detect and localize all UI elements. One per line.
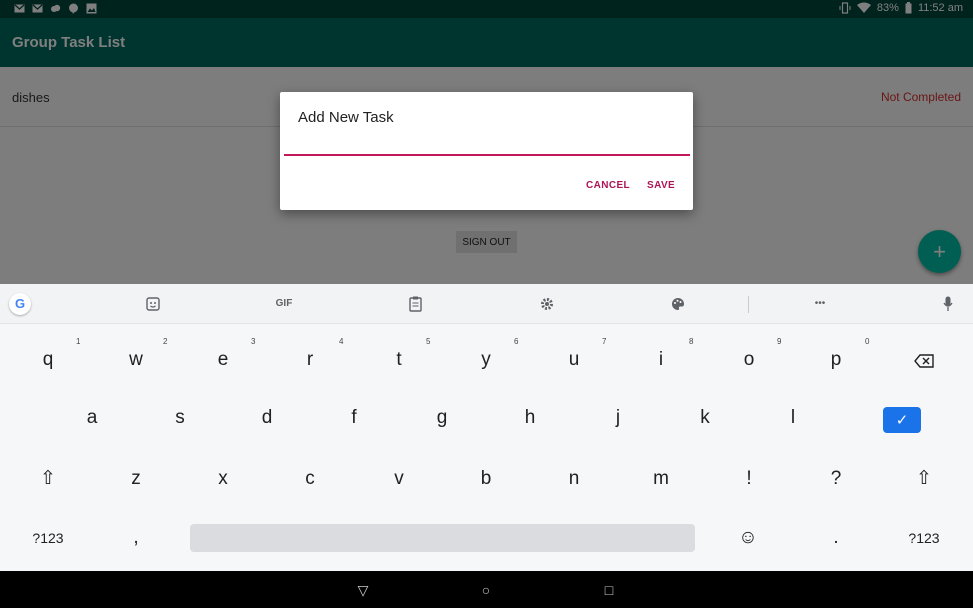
key-period[interactable]: . bbox=[816, 520, 856, 556]
key-m[interactable]: m bbox=[641, 461, 681, 497]
key-n[interactable]: n bbox=[554, 461, 594, 497]
shift-right-key[interactable]: ⇧ bbox=[904, 461, 944, 497]
key-l[interactable]: l bbox=[773, 400, 813, 436]
key-r[interactable]: r bbox=[290, 342, 330, 378]
recents-button[interactable]: □ bbox=[599, 580, 619, 600]
key-x[interactable]: x bbox=[203, 461, 243, 497]
more-options-button[interactable]: ••• bbox=[808, 294, 832, 314]
hint-6: 6 bbox=[514, 337, 519, 346]
enter-key[interactable]: ✓ bbox=[883, 407, 921, 433]
save-button[interactable]: SAVE bbox=[647, 180, 675, 191]
microphone-icon[interactable] bbox=[943, 296, 953, 312]
key-f[interactable]: f bbox=[334, 400, 374, 436]
hint-5: 5 bbox=[426, 337, 431, 346]
settings-icon[interactable] bbox=[540, 297, 554, 311]
key-t[interactable]: t bbox=[379, 342, 419, 378]
key-q[interactable]: q bbox=[28, 342, 68, 378]
key-b[interactable]: b bbox=[466, 461, 506, 497]
navigation-bar: ▽ ○ □ bbox=[0, 571, 973, 608]
key-v[interactable]: v bbox=[379, 461, 419, 497]
symbols-left-key[interactable]: ?123 bbox=[22, 520, 74, 556]
toolbar-divider bbox=[748, 296, 749, 313]
key-z[interactable]: z bbox=[116, 461, 156, 497]
symbols-right-key[interactable]: ?123 bbox=[898, 520, 950, 556]
home-button[interactable]: ○ bbox=[476, 580, 496, 600]
google-search-icon[interactable]: G bbox=[9, 293, 31, 315]
key-o[interactable]: o bbox=[729, 342, 769, 378]
clipboard-icon[interactable] bbox=[409, 296, 422, 312]
keyboard-toolbar: G GIF ••• bbox=[0, 284, 973, 324]
back-button[interactable]: ▽ bbox=[353, 580, 373, 600]
hint-3: 3 bbox=[251, 337, 256, 346]
gif-button[interactable]: GIF bbox=[270, 294, 298, 314]
hint-8: 8 bbox=[689, 337, 694, 346]
theme-palette-icon[interactable] bbox=[671, 297, 685, 311]
sticker-icon[interactable] bbox=[146, 297, 160, 311]
key-k[interactable]: k bbox=[685, 400, 725, 436]
hint-2: 2 bbox=[163, 337, 168, 346]
key-p[interactable]: p bbox=[816, 342, 856, 378]
add-task-dialog: Add New Task CANCEL SAVE bbox=[280, 92, 693, 210]
key-a[interactable]: a bbox=[72, 400, 112, 436]
key-y[interactable]: y bbox=[466, 342, 506, 378]
hint-0: 0 bbox=[865, 337, 870, 346]
hint-7: 7 bbox=[602, 337, 607, 346]
key-question[interactable]: ? bbox=[816, 461, 856, 497]
hint-9: 9 bbox=[777, 337, 782, 346]
task-name-input[interactable] bbox=[284, 134, 690, 156]
cancel-button[interactable]: CANCEL bbox=[586, 180, 630, 191]
key-j[interactable]: j bbox=[598, 400, 638, 436]
key-g[interactable]: g bbox=[422, 400, 462, 436]
key-u[interactable]: u bbox=[554, 342, 594, 378]
key-s[interactable]: s bbox=[160, 400, 200, 436]
shift-left-key[interactable]: ⇧ bbox=[28, 461, 68, 497]
hint-1: 1 bbox=[76, 337, 81, 346]
key-c[interactable]: c bbox=[290, 461, 330, 497]
key-comma[interactable]: , bbox=[116, 520, 156, 556]
backspace-icon[interactable] bbox=[914, 354, 934, 368]
emoji-key[interactable]: ☺ bbox=[728, 520, 768, 556]
hint-4: 4 bbox=[339, 337, 344, 346]
key-w[interactable]: w bbox=[116, 342, 156, 378]
dialog-title: Add New Task bbox=[298, 109, 394, 126]
key-h[interactable]: h bbox=[510, 400, 550, 436]
key-i[interactable]: i bbox=[641, 342, 681, 378]
space-bar[interactable] bbox=[190, 524, 695, 552]
key-d[interactable]: d bbox=[247, 400, 287, 436]
key-exclamation[interactable]: ! bbox=[729, 461, 769, 497]
key-e[interactable]: e bbox=[203, 342, 243, 378]
